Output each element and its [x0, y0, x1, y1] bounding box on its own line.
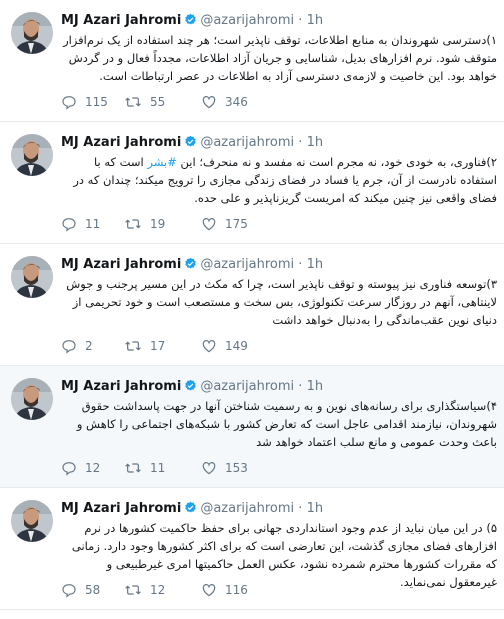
reply-button[interactable]: 58	[61, 580, 100, 600]
retweet-icon	[124, 460, 142, 476]
tweet-header: MJ Azari Jahromi @azarijahromi · 1h	[61, 378, 323, 396]
separator-dot: ·	[298, 501, 303, 516]
retweet-count: 12	[150, 583, 166, 597]
like-button[interactable]: 116	[201, 580, 248, 600]
reply-icon	[61, 94, 77, 110]
retweet-button[interactable]: 17	[124, 336, 165, 356]
verified-badge-icon	[184, 379, 197, 398]
like-count: 175	[225, 217, 248, 231]
reply-icon	[61, 582, 77, 598]
reply-count: 2	[85, 339, 93, 353]
retweet-count: 11	[150, 461, 166, 475]
tweet-time[interactable]: 1h	[307, 379, 324, 394]
tweet-text-part: ۲)فناوری، به خودی خود، نه مجرم است نه مف…	[176, 155, 498, 169]
reply-count: 115	[85, 95, 108, 109]
like-button[interactable]: 153	[201, 458, 248, 478]
avatar[interactable]	[11, 12, 53, 54]
avatar[interactable]	[11, 256, 53, 298]
reply-button[interactable]: 12	[61, 458, 100, 478]
like-icon	[201, 338, 217, 354]
retweet-count: 19	[150, 217, 166, 231]
like-count: 116	[225, 583, 248, 597]
tweet[interactable]: MJ Azari Jahromi @azarijahromi · 1h ۴)سیا…	[0, 366, 504, 488]
verified-badge-icon	[184, 13, 197, 32]
reply-button[interactable]: 2	[61, 336, 93, 356]
verified-badge-icon	[184, 135, 197, 154]
tweet-text: ۱)دسترسی شهروندان به منابع اطلاعات، توقف…	[63, 33, 497, 83]
author-handle[interactable]: @azarijahromi	[200, 379, 294, 394]
author-name[interactable]: MJ Azari Jahromi	[61, 501, 181, 516]
author-handle[interactable]: @azarijahromi	[200, 501, 294, 516]
retweet-icon	[124, 582, 142, 598]
retweet-count: 17	[150, 339, 166, 353]
tweet[interactable]: MJ Azari Jahromi @azarijahromi · 1h ۳)توس…	[0, 244, 504, 366]
like-icon	[201, 216, 217, 232]
tweet[interactable]: MJ Azari Jahromi @azarijahromi · 1h ۲)فنا…	[0, 122, 504, 244]
retweet-count: 55	[150, 95, 166, 109]
separator-dot: ·	[298, 13, 303, 28]
reply-count: 12	[85, 461, 101, 475]
reply-button[interactable]: 115	[61, 92, 108, 112]
hashtag-link[interactable]: #بشر	[147, 155, 176, 169]
retweet-button[interactable]: 55	[124, 92, 165, 112]
author-name[interactable]: MJ Azari Jahromi	[61, 13, 181, 28]
retweet-icon	[124, 94, 142, 110]
reply-icon	[61, 460, 77, 476]
tweet-text: ۲)فناوری، به خودی خود، نه مجرم است نه مف…	[61, 153, 497, 207]
like-count: 153	[225, 461, 248, 475]
like-icon	[201, 94, 217, 110]
tweet-header: MJ Azari Jahromi @azarijahromi · 1h	[61, 500, 323, 518]
avatar[interactable]	[11, 134, 53, 176]
like-button[interactable]: 149	[201, 336, 248, 356]
retweet-icon	[124, 216, 142, 232]
retweet-icon	[124, 338, 142, 354]
separator-dot: ·	[298, 257, 303, 272]
tweet-header: MJ Azari Jahromi @azarijahromi · 1h	[61, 12, 323, 30]
retweet-button[interactable]: 12	[124, 580, 165, 600]
tweet-time[interactable]: 1h	[307, 135, 324, 150]
verified-badge-icon	[184, 501, 197, 520]
reply-icon	[61, 338, 77, 354]
retweet-button[interactable]: 19	[124, 214, 165, 234]
verified-badge-icon	[184, 257, 197, 276]
like-icon	[201, 460, 217, 476]
like-button[interactable]: 346	[201, 92, 248, 112]
reply-count: 58	[85, 583, 101, 597]
separator-dot: ·	[298, 379, 303, 394]
tweet-header: MJ Azari Jahromi @azarijahromi · 1h	[61, 134, 323, 152]
tweet-text: ۴)سیاستگذاری برای رسانه‌های نوین و به رس…	[76, 399, 497, 449]
tweet[interactable]: MJ Azari Jahromi @azarijahromi · 1h ۱)دست…	[0, 0, 504, 122]
author-name[interactable]: MJ Azari Jahromi	[61, 135, 181, 150]
reply-button[interactable]: 11	[61, 214, 100, 234]
separator-dot: ·	[298, 135, 303, 150]
tweet-time[interactable]: 1h	[307, 501, 324, 516]
author-name[interactable]: MJ Azari Jahromi	[61, 257, 181, 272]
author-handle[interactable]: @azarijahromi	[200, 135, 294, 150]
like-count: 346	[225, 95, 248, 109]
tweet-feed: MJ Azari Jahromi @azarijahromi · 1h ۱)دست…	[0, 0, 504, 610]
like-icon	[201, 582, 217, 598]
retweet-button[interactable]: 11	[124, 458, 165, 478]
tweet[interactable]: MJ Azari Jahromi @azarijahromi · 1h ۵) در…	[0, 488, 504, 610]
author-name[interactable]: MJ Azari Jahromi	[61, 379, 181, 394]
author-handle[interactable]: @azarijahromi	[200, 257, 294, 272]
reply-count: 11	[85, 217, 101, 231]
reply-icon	[61, 216, 77, 232]
like-count: 149	[225, 339, 248, 353]
tweet-header: MJ Azari Jahromi @azarijahromi · 1h	[61, 256, 323, 274]
like-button[interactable]: 175	[201, 214, 248, 234]
author-handle[interactable]: @azarijahromi	[200, 13, 294, 28]
avatar[interactable]	[11, 378, 53, 420]
avatar[interactable]	[11, 500, 53, 542]
tweet-time[interactable]: 1h	[307, 257, 324, 272]
tweet-text: ۳)توسعه فناوری نیز پیوسته و توقف ناپذیر …	[66, 277, 497, 327]
tweet-time[interactable]: 1h	[307, 13, 324, 28]
